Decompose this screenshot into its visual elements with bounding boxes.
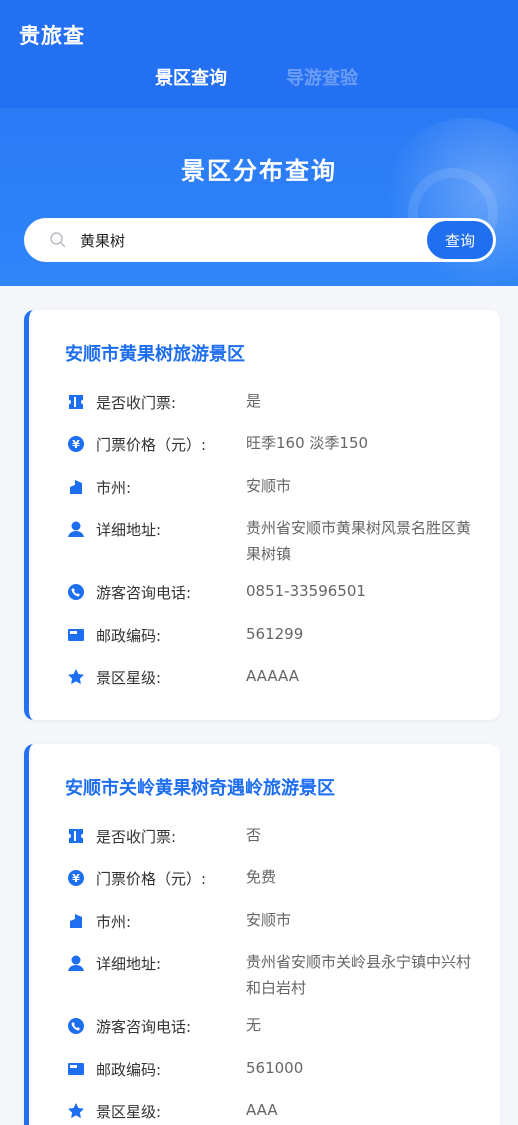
postal-code-value: 561000	[246, 1059, 304, 1077]
phone-value: 0851-33596501	[246, 582, 366, 600]
mail-icon	[68, 1063, 84, 1075]
ticket-required-value: 是	[246, 392, 262, 410]
tab-guide-verify[interactable]: 导游查验	[286, 64, 358, 90]
ticket-required-value: 否	[246, 826, 262, 844]
scenic-name: 安顺市黄果树旅游景区	[65, 344, 245, 365]
location-person-icon	[68, 521, 84, 537]
ticket-required-label: 是否收门票:	[96, 394, 177, 412]
ticket-price-label: 门票价格（元）:	[96, 870, 207, 888]
address-label: 详细地址:	[96, 955, 162, 973]
ticket-price-value: 旺季160 淡季150	[246, 434, 369, 452]
city-label: 市州:	[96, 913, 132, 931]
yuan-icon: ¥	[68, 436, 84, 452]
search-icon	[50, 232, 66, 248]
phone-label: 游客咨询电话:	[96, 584, 192, 602]
building-icon	[70, 480, 82, 494]
address-value: 贵州省安顺市黄果树风景名胜区黄果树镇	[246, 519, 472, 563]
rating-value: AAA	[246, 1101, 278, 1119]
yuan-icon: ¥	[68, 870, 84, 886]
city-value: 安顺市	[246, 911, 292, 929]
svg-text:¥: ¥	[72, 872, 80, 885]
star-icon	[68, 1103, 84, 1119]
ticket-icon	[69, 395, 83, 409]
postal-code-value: 561299	[246, 625, 304, 643]
rating-label: 景区星级:	[96, 1103, 162, 1121]
search-input[interactable]	[80, 226, 420, 254]
building-icon	[70, 914, 82, 928]
app-header: 贵旅查 景区查询 导游查验	[0, 0, 518, 108]
result-card[interactable]: 安顺市关岭黄果树奇遇岭旅游景区 是否收门票: 否 ¥ 门票价格（元）: 免费 市…	[24, 744, 500, 1125]
ticket-required-label: 是否收门票:	[96, 828, 177, 846]
phone-value: 无	[246, 1016, 262, 1034]
ticket-price-label: 门票价格（元）:	[96, 436, 207, 454]
address-value: 贵州省安顺市关岭县永宁镇中兴村和白岩村	[246, 953, 472, 997]
page-title: 景区分布查询	[181, 157, 337, 185]
postal-code-label: 邮政编码:	[96, 627, 162, 645]
location-person-icon	[68, 955, 84, 971]
mail-icon	[68, 629, 84, 641]
phone-label: 游客咨询电话:	[96, 1018, 192, 1036]
city-value: 安顺市	[246, 477, 292, 495]
rating-value: AAAAA	[246, 667, 299, 685]
search-button[interactable]: 查询	[426, 220, 494, 260]
rating-label: 景区星级:	[96, 669, 162, 687]
star-icon	[68, 669, 84, 685]
phone-icon	[68, 1018, 84, 1034]
search-banner: 景区分布查询 查询	[0, 108, 518, 286]
postal-code-label: 邮政编码:	[96, 1061, 162, 1079]
scenic-name: 安顺市关岭黄果树奇遇岭旅游景区	[65, 778, 335, 799]
tab-scenic-search[interactable]: 景区查询	[155, 64, 227, 90]
search-bar: 查询	[24, 218, 496, 262]
app-title: 贵旅查	[19, 24, 85, 48]
ticket-icon	[69, 829, 83, 843]
ticket-price-value: 免费	[246, 868, 277, 886]
address-label: 详细地址:	[96, 521, 162, 539]
result-card[interactable]: 安顺市黄果树旅游景区 是否收门票: 是 ¥ 门票价格（元）: 旺季160 淡季1…	[24, 310, 500, 720]
city-label: 市州:	[96, 479, 132, 497]
svg-text:¥: ¥	[72, 438, 80, 451]
phone-icon	[68, 584, 84, 600]
